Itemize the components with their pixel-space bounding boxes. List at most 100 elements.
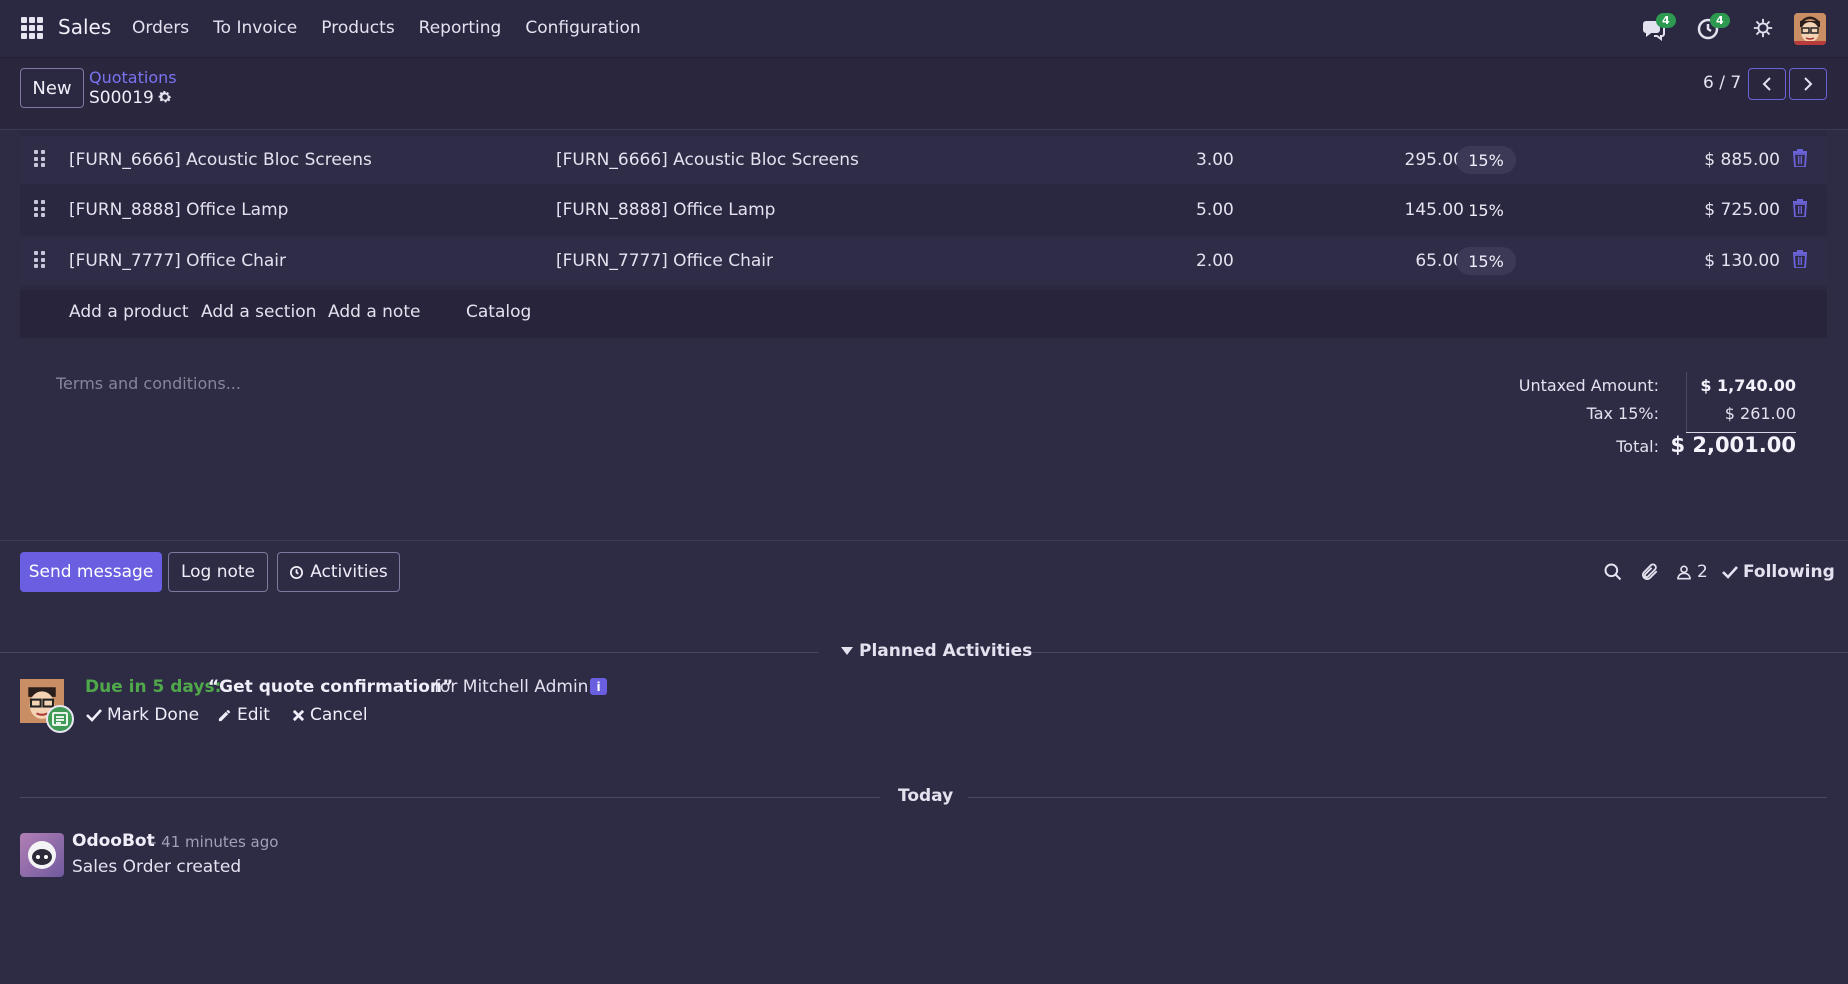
line-quantity[interactable]: 3.00 bbox=[1196, 150, 1234, 170]
planned-activities-title: Planned Activities bbox=[859, 641, 1033, 661]
menu-orders[interactable]: Orders bbox=[132, 18, 189, 38]
user-avatar[interactable] bbox=[1794, 13, 1826, 45]
debug-bug-icon[interactable] bbox=[1752, 17, 1776, 41]
following-button[interactable]: Following bbox=[1722, 560, 1835, 584]
cancel-label: Cancel bbox=[310, 705, 368, 725]
followers-count: 2 bbox=[1697, 562, 1708, 582]
chevron-left-icon bbox=[1762, 77, 1771, 91]
chevron-right-icon bbox=[1804, 77, 1813, 91]
trash-icon[interactable] bbox=[1793, 250, 1807, 269]
terms-conditions-field[interactable]: Terms and conditions... bbox=[56, 374, 241, 393]
order-line-row[interactable]: [FURN_6666] Acoustic Bloc Screens [FURN_… bbox=[20, 136, 1827, 184]
record-name: S00019 bbox=[89, 88, 154, 108]
activities-badge: 4 bbox=[1710, 13, 1730, 28]
followers-button[interactable]: 2 bbox=[1676, 560, 1708, 584]
line-tax-badge[interactable]: 15% bbox=[1456, 146, 1516, 174]
add-line-row: Add a product Add a section Add a note C… bbox=[20, 290, 1827, 338]
order-line-row[interactable]: [FURN_7777] Office Chair [FURN_7777] Off… bbox=[20, 237, 1827, 285]
messages-badge: 4 bbox=[1656, 13, 1676, 28]
breadcrumb-quotations[interactable]: Quotations bbox=[89, 68, 177, 87]
line-subtotal: $ 725.00 bbox=[1704, 200, 1780, 220]
activity-due-label: Due in 5 days: bbox=[85, 677, 222, 697]
add-section-link[interactable]: Add a section bbox=[201, 302, 316, 322]
tax-label: Tax 15%: bbox=[1586, 404, 1659, 423]
pager-next-button[interactable] bbox=[1789, 68, 1827, 100]
line-subtotal: $ 130.00 bbox=[1704, 251, 1780, 271]
top-navbar: Sales Orders To Invoice Products Reporti… bbox=[0, 0, 1848, 58]
today-divider bbox=[968, 797, 1827, 798]
main-menu: Orders To Invoice Products Reporting Con… bbox=[132, 18, 641, 38]
message-author[interactable]: OdooBot bbox=[72, 831, 155, 851]
activity-type-icon bbox=[46, 705, 74, 733]
app-name[interactable]: Sales bbox=[58, 15, 111, 39]
close-icon bbox=[292, 709, 305, 721]
chatter-top-border bbox=[0, 540, 1848, 541]
messages-icon[interactable]: 4 bbox=[1642, 13, 1676, 41]
following-label: Following bbox=[1743, 562, 1835, 582]
line-product[interactable]: [FURN_8888] Office Lamp bbox=[69, 200, 288, 220]
menu-configuration[interactable]: Configuration bbox=[525, 18, 640, 38]
trash-icon[interactable] bbox=[1793, 149, 1807, 168]
totals-divider bbox=[1686, 372, 1687, 432]
message-time: - 41 minutes ago bbox=[151, 833, 279, 851]
trash-icon[interactable] bbox=[1793, 199, 1807, 218]
catalog-link[interactable]: Catalog bbox=[466, 302, 531, 322]
message-body: Sales Order created bbox=[72, 857, 242, 877]
mark-done-button[interactable]: Mark Done bbox=[86, 705, 199, 725]
planned-activities-toggle[interactable]: Planned Activities bbox=[841, 641, 1032, 661]
line-tax-badge[interactable]: 15% bbox=[1456, 196, 1516, 224]
line-product[interactable]: [FURN_6666] Acoustic Bloc Screens bbox=[69, 150, 372, 170]
user-icon bbox=[1677, 565, 1691, 580]
odoobot-avatar[interactable] bbox=[20, 833, 64, 877]
add-note-link[interactable]: Add a note bbox=[328, 302, 420, 322]
today-label: Today bbox=[898, 786, 954, 806]
mark-done-label: Mark Done bbox=[107, 705, 200, 725]
line-quantity[interactable]: 5.00 bbox=[1196, 200, 1234, 220]
line-description[interactable]: [FURN_6666] Acoustic Bloc Screens bbox=[556, 150, 859, 170]
send-message-button[interactable]: Send message bbox=[20, 552, 162, 592]
pencil-icon bbox=[218, 709, 231, 721]
planned-activities-divider bbox=[1031, 652, 1848, 653]
paperclip-icon[interactable] bbox=[1640, 560, 1660, 584]
new-button[interactable]: New bbox=[20, 68, 84, 108]
pager-value[interactable]: 6 / 7 bbox=[1703, 73, 1741, 93]
menu-to-invoice[interactable]: To Invoice bbox=[213, 18, 297, 38]
activity-summary: “Get quote confirmation” bbox=[208, 677, 454, 697]
drag-handle-icon[interactable] bbox=[34, 251, 46, 269]
activities-button[interactable]: Activities bbox=[277, 552, 400, 592]
edit-activity-button[interactable]: Edit bbox=[217, 705, 270, 725]
menu-reporting[interactable]: Reporting bbox=[419, 18, 502, 38]
pager-previous-button[interactable] bbox=[1748, 68, 1786, 100]
today-divider bbox=[20, 797, 880, 798]
apps-menu-icon[interactable] bbox=[21, 17, 43, 39]
tax-value: $ 261.00 bbox=[1724, 404, 1796, 423]
cancel-activity-button[interactable]: Cancel bbox=[292, 705, 368, 725]
log-note-button[interactable]: Log note bbox=[168, 552, 268, 592]
line-description[interactable]: [FURN_7777] Office Chair bbox=[556, 251, 773, 271]
gear-icon[interactable] bbox=[157, 89, 173, 105]
untaxed-amount-label: Untaxed Amount: bbox=[1518, 376, 1659, 395]
info-icon[interactable]: i bbox=[590, 678, 607, 695]
total-label: Total: bbox=[1616, 437, 1659, 456]
check-icon bbox=[1722, 566, 1738, 579]
add-product-link[interactable]: Add a product bbox=[69, 302, 189, 322]
check-icon bbox=[86, 709, 102, 722]
control-panel: New Quotations S00019 6 / 7 bbox=[0, 58, 1848, 130]
total-value: $ 2,001.00 bbox=[1670, 433, 1796, 457]
activities-button-label: Activities bbox=[310, 562, 388, 582]
untaxed-amount-value: $ 1,740.00 bbox=[1700, 376, 1796, 395]
drag-handle-icon[interactable] bbox=[34, 200, 46, 218]
line-description[interactable]: [FURN_8888] Office Lamp bbox=[556, 200, 775, 220]
activities-clock-icon[interactable]: 4 bbox=[1696, 13, 1730, 41]
line-product[interactable]: [FURN_7777] Office Chair bbox=[69, 251, 286, 271]
clock-icon bbox=[290, 565, 304, 579]
line-tax-badge[interactable]: 15% bbox=[1456, 247, 1516, 275]
line-subtotal: $ 885.00 bbox=[1704, 150, 1780, 170]
menu-products[interactable]: Products bbox=[321, 18, 394, 38]
search-icon[interactable] bbox=[1603, 560, 1623, 584]
line-quantity[interactable]: 2.00 bbox=[1196, 251, 1234, 271]
edit-label: Edit bbox=[237, 705, 270, 725]
planned-activities-divider bbox=[0, 652, 818, 653]
drag-handle-icon[interactable] bbox=[34, 150, 46, 168]
order-line-row[interactable]: [FURN_8888] Office Lamp [FURN_8888] Offi… bbox=[20, 186, 1827, 234]
